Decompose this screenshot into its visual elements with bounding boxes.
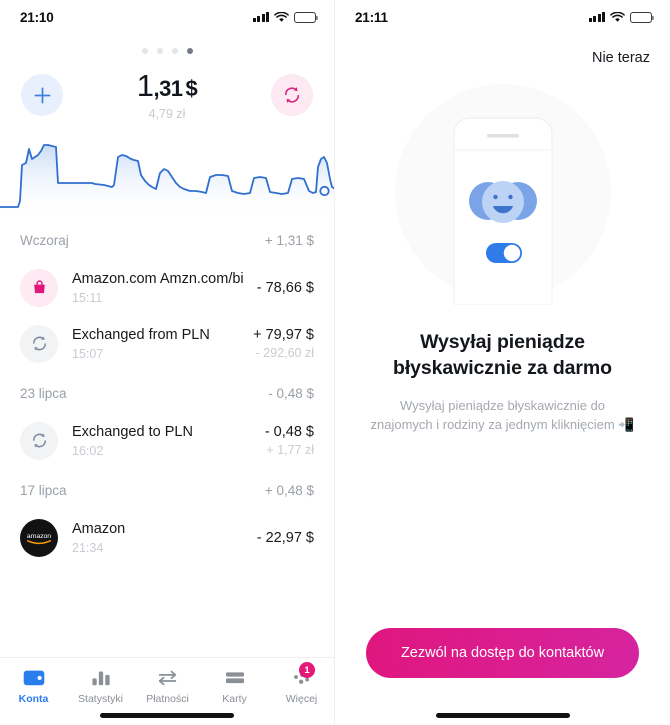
table-row[interactable]: amazon Amazon 21:34 - 22,97 $ <box>16 510 318 566</box>
table-row[interactable]: Exchanged to PLN 16:02 - 0,48 $ + 1,77 z… <box>16 413 318 469</box>
transaction-amounts: + 79,97 $ - 292,60 zł <box>245 327 314 360</box>
status-bar-right: 21:11 <box>335 0 670 34</box>
skip-row: Nie teraz <box>335 34 670 66</box>
transaction-amount: - 78,66 $ <box>256 279 314 296</box>
balance-currency: $ <box>185 76 198 101</box>
skip-button[interactable]: Nie teraz <box>592 50 650 66</box>
group-total: + 0,48 $ <box>264 482 314 498</box>
tab-label: Więcej <box>285 693 318 705</box>
amazon-logo-icon: amazon <box>20 518 58 557</box>
status-icons <box>588 11 654 23</box>
tab-konta[interactable]: Konta <box>0 667 67 705</box>
exchange-icon <box>284 87 300 104</box>
balance-integer: 1 <box>136 68 154 103</box>
transaction-title: Exchanged to PLN <box>72 423 193 440</box>
transaction-amount: - 0,48 $ <box>264 424 314 441</box>
group-date: 17 lipca <box>20 482 67 498</box>
tab-karty[interactable]: Karty <box>201 667 268 705</box>
accounts-screen: 21:10 1,31 $ 4,79 zł Wczoraj + 1,31 $ Am… <box>0 0 335 725</box>
transfer-arrows-icon <box>158 670 177 686</box>
page-dot[interactable] <box>141 48 148 54</box>
transaction-info: Exchanged to PLN 16:02 <box>72 423 257 458</box>
transaction-title: Amazon.com Amzn.com/bi <box>72 270 244 287</box>
status-bar-left: 21:10 <box>0 0 334 34</box>
status-badge: 1 <box>299 662 315 678</box>
home-indicator <box>435 713 570 718</box>
table-row[interactable]: Amazon.com Amzn.com/bi 15:11 - 78,66 $ <box>16 260 318 316</box>
transaction-amounts: - 22,97 $ <box>249 530 314 546</box>
add-money-button[interactable] <box>21 74 63 117</box>
group-total: - 0,48 $ <box>268 385 314 401</box>
exchange-icon <box>20 324 58 363</box>
group-date: 23 lipca <box>20 385 67 401</box>
dual-screenshot-container: 21:10 1,31 $ 4,79 zł Wczoraj + 1,31 $ Am… <box>0 0 670 725</box>
exchange-button[interactable] <box>271 74 313 117</box>
wallet-icon <box>23 670 44 686</box>
page-dot[interactable] <box>171 48 178 54</box>
transaction-amounts: - 78,66 $ <box>249 280 314 296</box>
status-time: 21:11 <box>355 9 388 25</box>
tab-statystyki[interactable]: Statystyki <box>67 667 134 705</box>
transaction-time: 15:07 <box>72 347 104 362</box>
status-icons <box>252 11 318 23</box>
transaction-group-header: 17 lipca + 0,48 $ <box>16 469 318 510</box>
svg-text:amazon: amazon <box>27 533 51 540</box>
transaction-time: 16:02 <box>72 444 104 459</box>
plus-icon <box>34 87 50 104</box>
tab-wiecej[interactable]: Więcej 1 <box>268 662 334 705</box>
page-title: Wysyłaj pieniądze błyskawicznie za darmo <box>393 331 612 380</box>
bar-chart-icon <box>91 671 110 686</box>
balance-decimal: ,31 <box>153 76 183 101</box>
signal-bars-icon <box>588 12 605 22</box>
transaction-amount-secondary: + 1,77 zł <box>266 443 314 458</box>
transaction-amounts: - 0,48 $ + 1,77 zł <box>257 424 314 457</box>
balance-amount[interactable]: 1,31 $ 4,79 zł <box>63 68 271 121</box>
transaction-group-header: 23 lipca - 0,48 $ <box>16 372 318 413</box>
credit-card-icon <box>225 672 244 684</box>
shopping-bag-icon <box>20 268 58 307</box>
exchange-icon <box>20 421 58 460</box>
contacts-permission-screen: 21:11 Nie teraz Wysyłaj pieniądze błyska… <box>335 0 670 725</box>
page-dot-active[interactable] <box>186 48 193 54</box>
chart-svg <box>0 143 334 219</box>
phone-with-friends-toggle-illustration <box>335 80 670 305</box>
transaction-title: Exchanged from PLN <box>72 326 210 343</box>
transaction-amount-secondary: - 292,60 zł <box>255 346 314 361</box>
transaction-amount: + 79,97 $ <box>253 327 314 344</box>
transaction-info: Amazon 21:34 <box>72 520 249 555</box>
page-subtitle: Wysyłaj pieniądze błyskawicznie do znajo… <box>370 397 635 433</box>
balance-history-chart[interactable] <box>0 137 334 219</box>
cta-container: Zezwól na dostęp do kontaktów <box>335 628 670 678</box>
list-fade-overlay <box>16 565 318 588</box>
transaction-time: 21:34 <box>72 541 104 556</box>
tab-label: Karty <box>222 693 247 705</box>
transaction-info: Exchanged from PLN 15:07 <box>72 326 245 361</box>
tab-label: Płatności <box>146 693 189 705</box>
balance-secondary: 4,79 zł <box>148 106 186 121</box>
group-date: Wczoraj <box>20 232 69 248</box>
battery-low-icon <box>294 11 318 23</box>
status-time: 21:10 <box>20 9 54 25</box>
transaction-title: Amazon <box>72 520 126 537</box>
tab-label: Statystyki <box>78 693 123 705</box>
table-row[interactable]: Exchanged from PLN 15:07 + 79,97 $ - 292… <box>16 316 318 372</box>
chart-area-fill <box>0 144 334 219</box>
battery-low-icon <box>630 11 654 23</box>
signal-bars-icon <box>252 12 269 22</box>
allow-contacts-button[interactable]: Zezwól na dostęp do kontaktów <box>366 628 639 678</box>
transaction-list: Wczoraj + 1,31 $ Amazon.com Amzn.com/bi … <box>0 219 334 588</box>
home-indicator <box>100 713 234 718</box>
balance-header: 1,31 $ 4,79 zł <box>0 54 334 121</box>
page-dot[interactable] <box>156 48 163 54</box>
tab-label: Konta <box>18 693 49 705</box>
current-value-dot <box>319 185 330 196</box>
transaction-amount: - 22,97 $ <box>256 529 314 546</box>
group-total: + 1,31 $ <box>264 232 314 248</box>
tab-platnosci[interactable]: Płatności <box>134 667 201 705</box>
transaction-group-header: Wczoraj + 1,31 $ <box>16 219 318 260</box>
transaction-info: Amazon.com Amzn.com/bi 15:11 <box>72 270 249 305</box>
transaction-time: 15:11 <box>72 291 103 306</box>
wifi-icon <box>610 11 625 22</box>
wifi-icon <box>274 11 289 22</box>
